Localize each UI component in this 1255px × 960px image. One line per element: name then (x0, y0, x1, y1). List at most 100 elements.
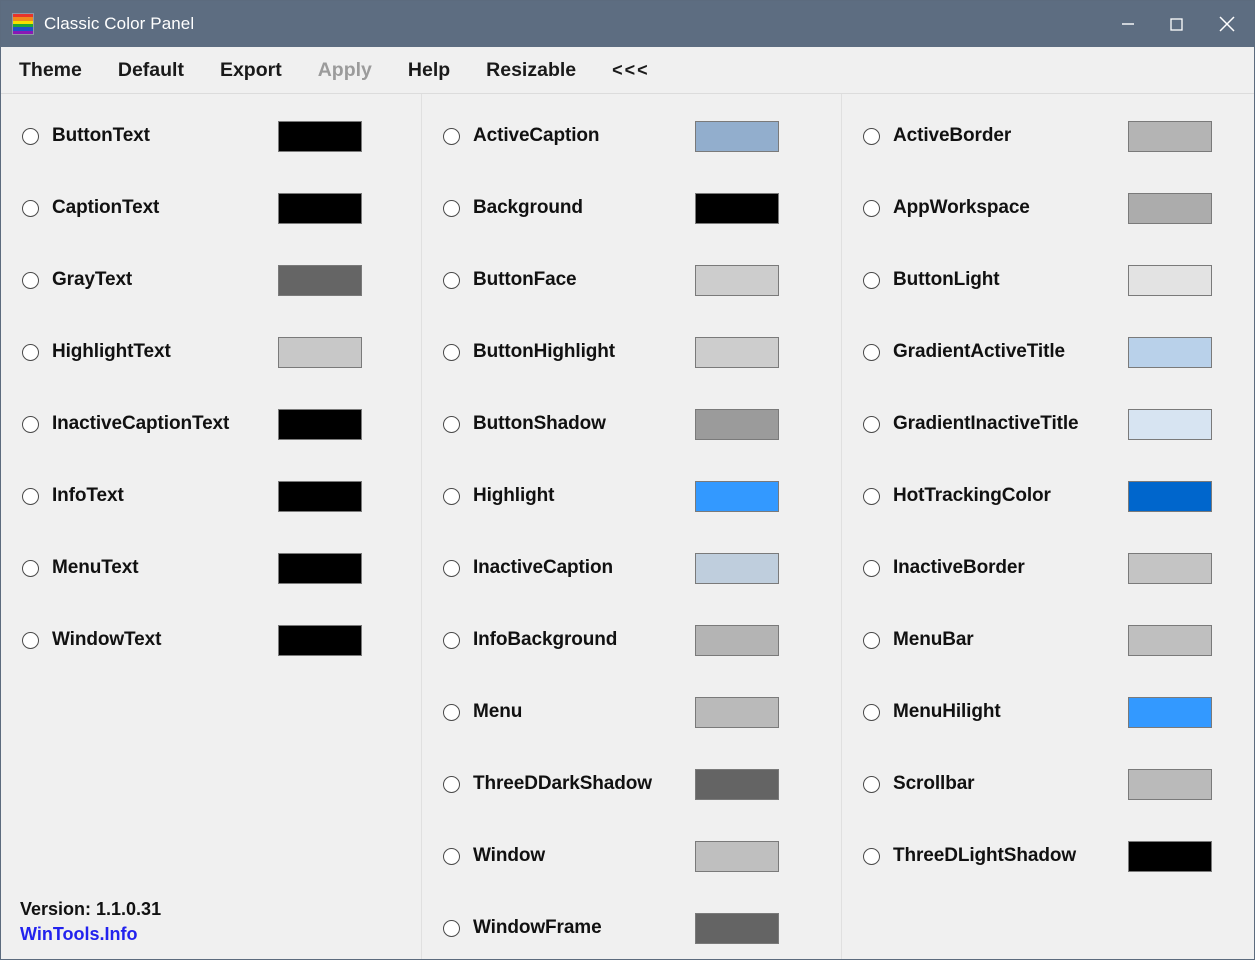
color-row[interactable]: Window (422, 820, 841, 892)
color-row[interactable]: InfoText (1, 460, 421, 532)
color-row[interactable]: MenuHilight (842, 676, 1254, 748)
radio-hottrackingcolor[interactable] (863, 487, 880, 505)
color-swatch-infobackground[interactable] (695, 624, 779, 656)
color-swatch-inactiveborder[interactable] (1128, 552, 1212, 584)
color-row[interactable]: ButtonShadow (422, 388, 841, 460)
color-swatch-buttonshadow[interactable] (695, 408, 779, 440)
menu-item-theme[interactable]: Theme (19, 59, 82, 82)
menu-item-help[interactable]: Help (408, 59, 450, 82)
color-swatch-menubar[interactable] (1128, 624, 1212, 656)
radio-highlighttext[interactable] (22, 343, 39, 361)
color-row[interactable]: Highlight (422, 460, 841, 532)
radio-background[interactable] (443, 199, 460, 217)
color-row[interactable]: Menu (422, 676, 841, 748)
radio-graytext[interactable] (22, 271, 39, 289)
color-row[interactable]: WindowFrame (422, 892, 841, 959)
color-swatch-windowframe[interactable] (695, 912, 779, 944)
radio-activecaption[interactable] (443, 127, 460, 145)
close-button[interactable] (1200, 1, 1254, 47)
radio-inactivecaption[interactable] (443, 559, 460, 577)
color-swatch-threeddarkshadow[interactable] (695, 768, 779, 800)
radio-buttonface[interactable] (443, 271, 460, 289)
radio-infobackground[interactable] (443, 631, 460, 649)
radio-inactiveborder[interactable] (863, 559, 880, 577)
color-row[interactable]: CaptionText (1, 172, 421, 244)
color-row[interactable]: AppWorkspace (842, 172, 1254, 244)
menu-item-default[interactable]: Default (118, 59, 184, 82)
menu-item-collapse[interactable]: <<< (612, 60, 650, 81)
color-row[interactable]: InfoBackground (422, 604, 841, 676)
color-swatch-activeborder[interactable] (1128, 120, 1212, 152)
color-swatch-buttonface[interactable] (695, 264, 779, 296)
color-row[interactable]: InactiveCaptionText (1, 388, 421, 460)
color-swatch-inactivecaptiontext[interactable] (278, 408, 362, 440)
radio-menutext[interactable] (22, 559, 39, 577)
color-swatch-buttontext[interactable] (278, 120, 362, 152)
color-swatch-inactivecaption[interactable] (695, 552, 779, 584)
color-row[interactable]: ButtonLight (842, 244, 1254, 316)
color-row[interactable]: WindowText (1, 604, 421, 676)
color-swatch-gradientinactivetitle[interactable] (1128, 408, 1212, 440)
radio-buttonshadow[interactable] (443, 415, 460, 433)
radio-buttonhighlight[interactable] (443, 343, 460, 361)
radio-activeborder[interactable] (863, 127, 880, 145)
color-row[interactable]: ButtonText (1, 100, 421, 172)
radio-buttontext[interactable] (22, 127, 39, 145)
color-swatch-menutext[interactable] (278, 552, 362, 584)
color-swatch-menu[interactable] (695, 696, 779, 728)
radio-gradientactivetitle[interactable] (863, 343, 880, 361)
color-swatch-threedlightshadow[interactable] (1128, 840, 1212, 872)
minimize-button[interactable] (1104, 1, 1152, 47)
menu-item-resizable[interactable]: Resizable (486, 59, 576, 82)
menu-item-export[interactable]: Export (220, 59, 282, 82)
color-row[interactable]: ButtonHighlight (422, 316, 841, 388)
color-swatch-menuhilight[interactable] (1128, 696, 1212, 728)
color-row[interactable]: ButtonFace (422, 244, 841, 316)
color-swatch-gradientactivetitle[interactable] (1128, 336, 1212, 368)
color-row[interactable]: ActiveCaption (422, 100, 841, 172)
color-row[interactable]: Background (422, 172, 841, 244)
color-swatch-hottrackingcolor[interactable] (1128, 480, 1212, 512)
maximize-button[interactable] (1152, 1, 1200, 47)
radio-scrollbar[interactable] (863, 775, 880, 793)
radio-windowframe[interactable] (443, 919, 460, 937)
color-swatch-infotext[interactable] (278, 480, 362, 512)
radio-buttonlight[interactable] (863, 271, 880, 289)
radio-captiontext[interactable] (22, 199, 39, 217)
wintools-link[interactable]: WinTools.Info (20, 924, 400, 945)
radio-gradientinactivetitle[interactable] (863, 415, 880, 433)
color-swatch-activecaption[interactable] (695, 120, 779, 152)
color-row[interactable]: GradientInactiveTitle (842, 388, 1254, 460)
color-swatch-appworkspace[interactable] (1128, 192, 1212, 224)
color-row[interactable]: InactiveBorder (842, 532, 1254, 604)
color-swatch-graytext[interactable] (278, 264, 362, 296)
radio-inactivecaptiontext[interactable] (22, 415, 39, 433)
color-row[interactable]: ThreeDDarkShadow (422, 748, 841, 820)
color-row[interactable]: GrayText (1, 244, 421, 316)
radio-menuhilight[interactable] (863, 703, 880, 721)
color-swatch-buttonlight[interactable] (1128, 264, 1212, 296)
color-row[interactable]: InactiveCaption (422, 532, 841, 604)
radio-windowtext[interactable] (22, 631, 39, 649)
color-row[interactable]: MenuText (1, 532, 421, 604)
color-swatch-buttonhighlight[interactable] (695, 336, 779, 368)
radio-appworkspace[interactable] (863, 199, 880, 217)
color-swatch-highlight[interactable] (695, 480, 779, 512)
color-swatch-scrollbar[interactable] (1128, 768, 1212, 800)
radio-threeddarkshadow[interactable] (443, 775, 460, 793)
color-swatch-window[interactable] (695, 840, 779, 872)
color-swatch-captiontext[interactable] (278, 192, 362, 224)
radio-menubar[interactable] (863, 631, 880, 649)
color-row[interactable]: HotTrackingColor (842, 460, 1254, 532)
color-row[interactable]: ThreeDLightShadow (842, 820, 1254, 892)
color-row[interactable]: GradientActiveTitle (842, 316, 1254, 388)
radio-infotext[interactable] (22, 487, 39, 505)
color-row[interactable]: HighlightText (1, 316, 421, 388)
radio-menu[interactable] (443, 703, 460, 721)
color-swatch-background[interactable] (695, 192, 779, 224)
color-swatch-windowtext[interactable] (278, 624, 362, 656)
radio-window[interactable] (443, 847, 460, 865)
color-row[interactable]: ActiveBorder (842, 100, 1254, 172)
color-row[interactable]: Scrollbar (842, 748, 1254, 820)
color-swatch-highlighttext[interactable] (278, 336, 362, 368)
